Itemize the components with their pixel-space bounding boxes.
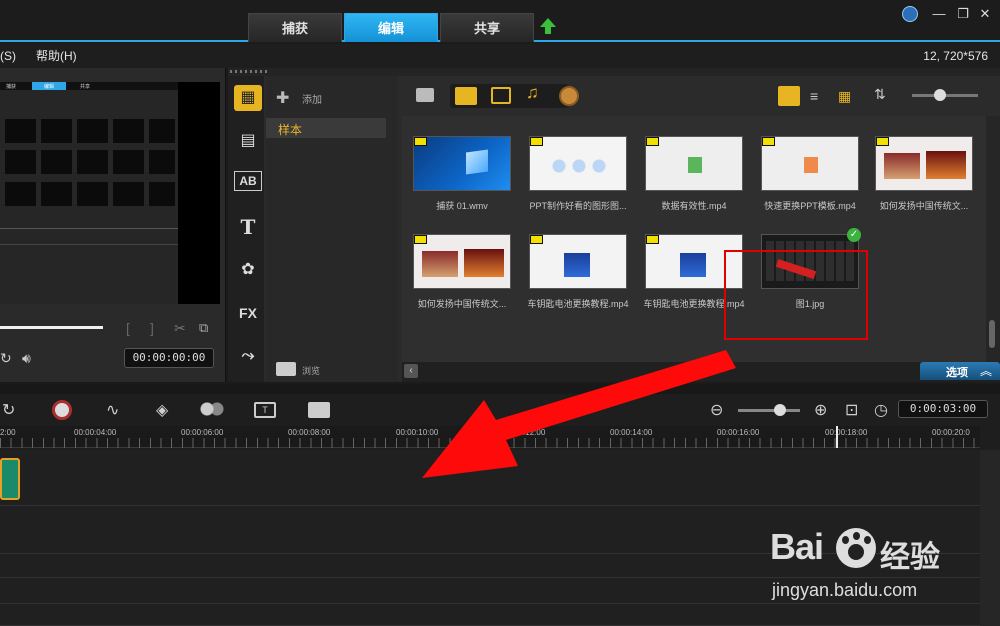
watermark-url: jingyan.baidu.com xyxy=(772,580,918,600)
watermark-suffix: 经验 xyxy=(880,541,940,574)
watermark-brand: Bai xyxy=(770,526,824,567)
watermark: Bai 经验 jingyan.baidu.com xyxy=(768,520,988,610)
arrow-shape xyxy=(422,350,736,478)
paw-icon xyxy=(836,528,876,568)
